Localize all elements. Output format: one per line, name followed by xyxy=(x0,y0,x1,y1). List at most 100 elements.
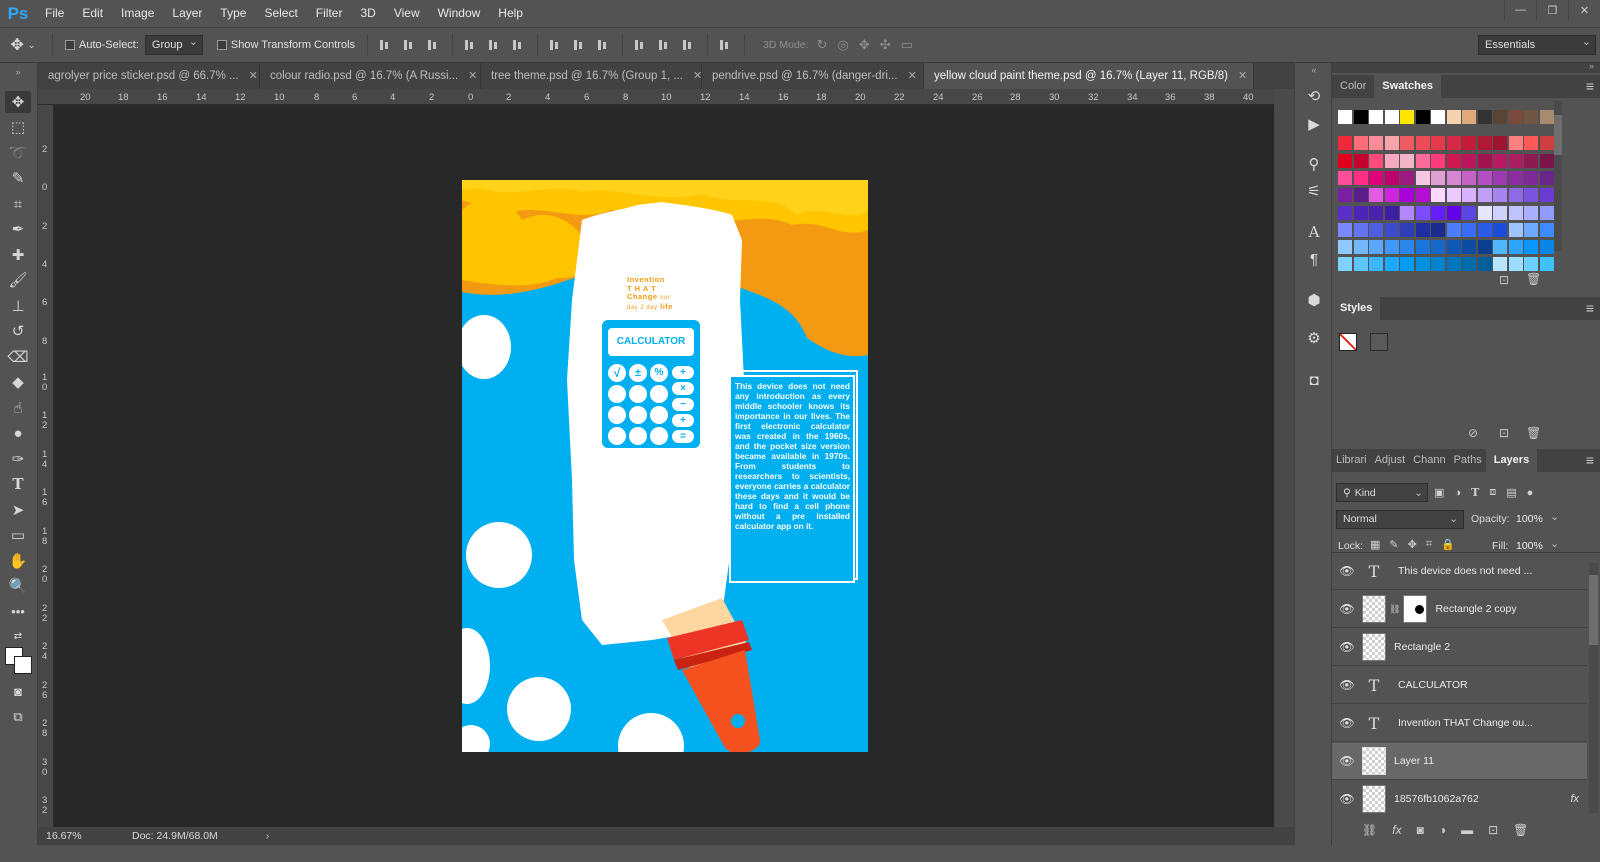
close-tab-icon[interactable]: ✕ xyxy=(908,63,917,89)
align-bottom-icon[interactable] xyxy=(427,38,441,52)
paint-bucket-tool-icon[interactable]: ◆ xyxy=(5,371,31,393)
swatch-color[interactable] xyxy=(1338,240,1352,255)
swatch-color[interactable] xyxy=(1524,170,1538,185)
swatch-color[interactable] xyxy=(1369,110,1383,124)
new-adjustment-icon[interactable]: ◑ xyxy=(1439,823,1446,837)
swatch-color[interactable] xyxy=(1400,110,1414,124)
swatch-color[interactable] xyxy=(1493,136,1507,151)
close-tab-icon[interactable]: ✕ xyxy=(693,63,701,89)
swatch-color[interactable] xyxy=(1446,136,1461,151)
layer-kind-filter[interactable]: ⚲ Kind ⌄ xyxy=(1336,483,1428,502)
swatch-color[interactable] xyxy=(1338,205,1352,220)
close-window-icon[interactable]: ✕ xyxy=(1568,0,1600,20)
align-left-icon[interactable] xyxy=(464,38,478,52)
swatch-color[interactable] xyxy=(1384,257,1399,272)
tab-color[interactable]: Color xyxy=(1332,75,1374,98)
swatch-color[interactable] xyxy=(1477,257,1492,272)
filter-adjustment-icon[interactable]: ◑ xyxy=(1454,487,1461,499)
distribute-bottom-icon[interactable] xyxy=(597,38,611,52)
swatch-color[interactable] xyxy=(1524,205,1538,220)
3d-roll-icon[interactable]: ◎ xyxy=(837,37,848,53)
auto-select-checkbox[interactable]: Auto-Select: xyxy=(65,39,139,51)
swatch-color[interactable] xyxy=(1462,222,1476,237)
swatch-color[interactable] xyxy=(1446,188,1461,203)
path-selection-tool-icon[interactable]: ➤ xyxy=(5,499,31,521)
swatch-color[interactable] xyxy=(1462,205,1476,220)
show-transform-checkbox[interactable]: Show Transform Controls xyxy=(216,39,355,51)
swatch-color[interactable] xyxy=(1400,205,1414,220)
close-tab-icon[interactable]: ✕ xyxy=(1238,63,1247,89)
swatch-color[interactable] xyxy=(1462,110,1476,124)
lasso-tool-icon[interactable]: ➰ xyxy=(5,142,31,164)
move-tool-preset-icon[interactable]: ✥ ⌄ xyxy=(0,35,46,55)
swatch-color[interactable] xyxy=(1353,110,1368,124)
swatch-color[interactable] xyxy=(1400,136,1414,151)
panel-menu-icon[interactable]: ≡ xyxy=(1586,78,1594,94)
menu-filter[interactable]: Filter xyxy=(307,0,352,27)
swatch-color[interactable] xyxy=(1338,222,1352,237)
swatch-color[interactable] xyxy=(1477,170,1492,185)
swatch-color[interactable] xyxy=(1462,170,1476,185)
menu-window[interactable]: Window xyxy=(429,0,490,27)
tab-channels[interactable]: Chann xyxy=(1409,449,1449,472)
align-hcenter-icon[interactable] xyxy=(488,38,502,52)
blend-mode-dropdown[interactable]: Normal ⌄ xyxy=(1336,510,1464,529)
menu-type[interactable]: Type xyxy=(211,0,255,27)
swatch-color[interactable] xyxy=(1508,110,1523,124)
close-tab-icon[interactable]: ✕ xyxy=(468,63,477,89)
menu-3d[interactable]: 3D xyxy=(351,0,384,27)
style-none-swatch[interactable] xyxy=(1339,333,1357,351)
menu-select[interactable]: Select xyxy=(255,0,306,27)
swatch-color[interactable] xyxy=(1462,240,1476,255)
distribute-left-icon[interactable] xyxy=(634,38,648,52)
swatch-color[interactable] xyxy=(1369,222,1383,237)
swatch-color[interactable] xyxy=(1338,170,1352,185)
lock-artboard-icon[interactable]: ⌗ xyxy=(1426,538,1432,551)
fx-icon[interactable]: fx xyxy=(1570,793,1579,805)
swatch-scrollbar[interactable] xyxy=(1554,101,1562,251)
swatch-color[interactable] xyxy=(1431,110,1445,124)
filter-shape-icon[interactable]: ⧈ xyxy=(1489,486,1496,499)
background-color-swatch[interactable] xyxy=(14,656,32,674)
swatch-color[interactable] xyxy=(1400,240,1414,255)
swatch-color[interactable] xyxy=(1369,136,1383,151)
swatch-color[interactable] xyxy=(1446,257,1461,272)
new-swatch-icon[interactable]: ⊡ xyxy=(1499,273,1509,287)
auto-align-icon[interactable] xyxy=(719,38,733,52)
swatch-color[interactable] xyxy=(1493,240,1507,255)
smudge-tool-icon[interactable]: ☝ xyxy=(5,397,31,419)
layer-row[interactable]: 👁 Rectangle 2 xyxy=(1332,629,1587,666)
swatch-color[interactable] xyxy=(1400,170,1414,185)
swatch-color[interactable] xyxy=(1477,153,1492,168)
add-mask-icon[interactable]: ◙ xyxy=(1417,823,1424,837)
swatch-color[interactable] xyxy=(1524,188,1538,203)
swatch-color[interactable] xyxy=(1353,222,1368,237)
swatch-color[interactable] xyxy=(1369,205,1383,220)
history-icon[interactable]: ⟲ xyxy=(1301,85,1327,107)
menu-file[interactable]: File xyxy=(36,0,73,27)
menu-layer[interactable]: Layer xyxy=(163,0,211,27)
swatch-color[interactable] xyxy=(1369,240,1383,255)
swatch-color[interactable] xyxy=(1539,205,1554,220)
swatch-color[interactable] xyxy=(1384,205,1399,220)
menu-help[interactable]: Help xyxy=(489,0,532,27)
screen-mode-icon[interactable]: ⧉ xyxy=(5,706,31,728)
swatch-color[interactable] xyxy=(1539,240,1554,255)
opacity-value[interactable]: 100% xyxy=(1516,513,1543,525)
swatch-color[interactable] xyxy=(1353,257,1368,272)
swatch-color[interactable] xyxy=(1400,188,1414,203)
swatch-color[interactable] xyxy=(1477,205,1492,220)
link-layers-icon[interactable]: ⛓ xyxy=(1362,823,1377,837)
swatch-color[interactable] xyxy=(1415,110,1430,124)
swatch-color[interactable] xyxy=(1384,110,1399,124)
swatch-scroll-thumb[interactable] xyxy=(1554,115,1562,155)
swatch-color[interactable] xyxy=(1508,153,1523,168)
add-style-icon[interactable]: fx xyxy=(1392,823,1401,837)
swatch-color[interactable] xyxy=(1415,153,1430,168)
swatch-color[interactable] xyxy=(1384,222,1399,237)
distribute-vcenter-icon[interactable] xyxy=(573,38,587,52)
swatch-color[interactable] xyxy=(1338,136,1352,151)
swatch-color[interactable] xyxy=(1524,136,1538,151)
swatch-color[interactable] xyxy=(1539,110,1554,124)
fill-chevron-icon[interactable]: ⌄ xyxy=(1550,537,1559,550)
